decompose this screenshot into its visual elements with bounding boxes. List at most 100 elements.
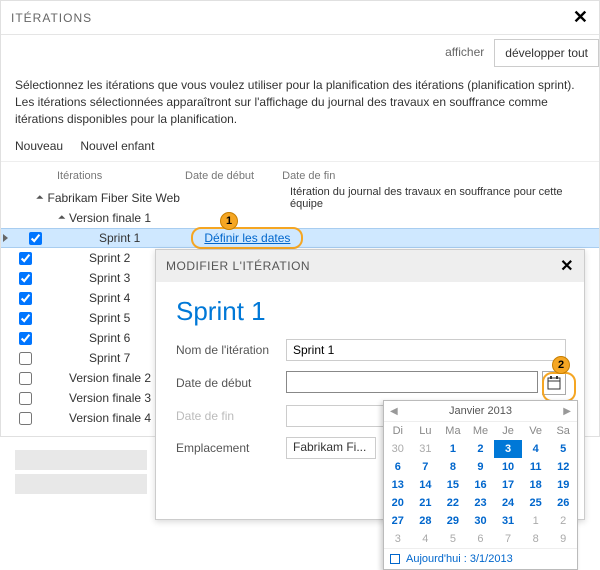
calendar-day[interactable]: 20 — [384, 494, 412, 512]
calendar-day[interactable]: 6 — [384, 458, 412, 476]
action-new[interactable]: Nouveau — [15, 139, 63, 153]
toolbar-afficher[interactable]: afficher — [435, 39, 494, 67]
tree-label: Sprint 1 — [99, 231, 140, 245]
calendar-day[interactable]: 10 — [494, 458, 522, 476]
field-end-label: Date de fin — [176, 409, 286, 423]
calendar-day[interactable]: 19 — [549, 476, 577, 494]
annotation-badge-2: 2 — [552, 356, 570, 374]
tree-version-1[interactable]: Version finale 1 — [15, 208, 585, 228]
calendar-footer[interactable]: Aujourd'hui : 3/1/2013 — [384, 548, 577, 569]
calendar-day[interactable]: 16 — [467, 476, 495, 494]
version-checkbox[interactable] — [19, 372, 32, 385]
calendar-day[interactable]: 23 — [467, 494, 495, 512]
sprint-checkbox[interactable] — [19, 312, 32, 325]
toolbar-expand-all[interactable]: développer tout — [494, 39, 599, 67]
shaded-area — [15, 474, 147, 494]
expand-icon[interactable] — [55, 211, 69, 225]
calendar-day[interactable]: 3 — [384, 530, 412, 548]
tree-sprint-1[interactable]: Sprint 1 Définir les dates — [1, 228, 599, 248]
calendar-day[interactable]: 9 — [549, 530, 577, 548]
iteration-name-input[interactable] — [286, 339, 566, 361]
calendar-day[interactable]: 15 — [439, 476, 467, 494]
date-picker: ◀ Janvier 2013 ▶ DiLuMaMeJeVeSa303112345… — [383, 400, 578, 570]
field-start-row: Date de début — [176, 371, 566, 395]
calendar-dow: Je — [494, 422, 522, 440]
expand-icon[interactable] — [34, 191, 47, 205]
define-dates-link[interactable]: Définir les dates — [204, 231, 290, 245]
calendar-day[interactable]: 31 — [494, 512, 522, 530]
modify-iteration-panel: MODIFIER L'ITÉRATION ✕ Sprint 1 Nom de l… — [155, 249, 585, 520]
calendar-day[interactable]: 18 — [522, 476, 550, 494]
panel-header: MODIFIER L'ITÉRATION ✕ — [156, 250, 584, 282]
sprint-checkbox[interactable] — [19, 292, 32, 305]
tree-root-label: Fabrikam Fiber Site Web — [47, 191, 180, 205]
calendar-icon[interactable] — [542, 371, 566, 395]
calendar-day[interactable]: 22 — [439, 494, 467, 512]
calendar-day[interactable]: 4 — [522, 440, 550, 458]
calendar-day[interactable]: 3 — [494, 440, 522, 458]
calendar-day[interactable]: 1 — [439, 440, 467, 458]
calendar-day[interactable]: 27 — [384, 512, 412, 530]
calendar-day[interactable]: 12 — [549, 458, 577, 476]
calendar-grid: DiLuMaMeJeVeSa30311234567891011121314151… — [384, 422, 577, 548]
sprint-checkbox[interactable] — [29, 232, 42, 245]
calendar-day[interactable]: 8 — [439, 458, 467, 476]
calendar-day[interactable]: 24 — [494, 494, 522, 512]
version-checkbox[interactable] — [19, 412, 32, 425]
calendar-day[interactable]: 2 — [467, 440, 495, 458]
calendar-day[interactable]: 6 — [467, 530, 495, 548]
calendar-dow: Di — [384, 422, 412, 440]
calendar-day[interactable]: 13 — [384, 476, 412, 494]
today-link[interactable]: Aujourd'hui : 3/1/2013 — [406, 553, 513, 565]
action-new-child[interactable]: Nouvel enfant — [80, 139, 154, 153]
calendar-day[interactable]: 7 — [494, 530, 522, 548]
calendar-day[interactable]: 4 — [412, 530, 440, 548]
sprint-checkbox[interactable] — [19, 272, 32, 285]
calendar-day[interactable]: 7 — [412, 458, 440, 476]
sprint-checkbox[interactable] — [19, 252, 32, 265]
toolbar: afficher développer tout — [1, 35, 599, 71]
calendar-day[interactable]: 30 — [467, 512, 495, 530]
calendar-day[interactable]: 17 — [494, 476, 522, 494]
sprint-checkbox[interactable] — [19, 332, 32, 345]
calendar-day[interactable]: 5 — [549, 440, 577, 458]
tree-root-note: Itération du journal des travaux en souf… — [290, 186, 585, 210]
start-date-input[interactable] — [286, 371, 538, 393]
calendar-day[interactable]: 14 — [412, 476, 440, 494]
tree-label: Sprint 2 — [89, 251, 130, 265]
sprint-checkbox[interactable] — [19, 352, 32, 365]
tree-label: Sprint 5 — [89, 311, 130, 325]
calendar-day[interactable]: 25 — [522, 494, 550, 512]
calendar-day[interactable]: 8 — [522, 530, 550, 548]
calendar-day[interactable]: 30 — [384, 440, 412, 458]
close-icon[interactable]: ✕ — [573, 7, 589, 28]
field-name-row: Nom de l'itération — [176, 339, 566, 361]
calendar-day[interactable]: 1 — [522, 512, 550, 530]
calendar-dow: Me — [467, 422, 495, 440]
close-icon[interactable]: ✕ — [560, 256, 574, 276]
location-value[interactable]: Fabrikam Fi... — [286, 437, 376, 459]
today-swatch-icon — [390, 554, 400, 564]
tree-label: Version finale 3 — [69, 391, 151, 405]
calendar-day[interactable]: 31 — [412, 440, 440, 458]
prev-month-icon[interactable]: ◀ — [390, 406, 398, 417]
col-start: Date de début — [185, 170, 254, 182]
description-text: Sélectionnez les itérations que vous vou… — [1, 71, 599, 131]
tree-root[interactable]: Fabrikam Fiber Site Web Itération du jou… — [15, 188, 585, 208]
calendar-day[interactable]: 28 — [412, 512, 440, 530]
field-name-label: Nom de l'itération — [176, 343, 286, 357]
calendar-day[interactable]: 5 — [439, 530, 467, 548]
calendar-month[interactable]: Janvier 2013 — [449, 405, 512, 417]
field-start-label: Date de début — [176, 376, 286, 390]
calendar-day[interactable]: 29 — [439, 512, 467, 530]
column-headers: Itérations Date de début Date de fin — [1, 166, 599, 188]
calendar-day[interactable]: 26 — [549, 494, 577, 512]
next-month-icon[interactable]: ▶ — [563, 406, 571, 417]
version-checkbox[interactable] — [19, 392, 32, 405]
calendar-day[interactable]: 9 — [467, 458, 495, 476]
tree-label: Version finale 1 — [69, 211, 151, 225]
calendar-day[interactable]: 21 — [412, 494, 440, 512]
calendar-day[interactable]: 2 — [549, 512, 577, 530]
col-iterations: Itérations — [57, 170, 157, 182]
calendar-day[interactable]: 11 — [522, 458, 550, 476]
